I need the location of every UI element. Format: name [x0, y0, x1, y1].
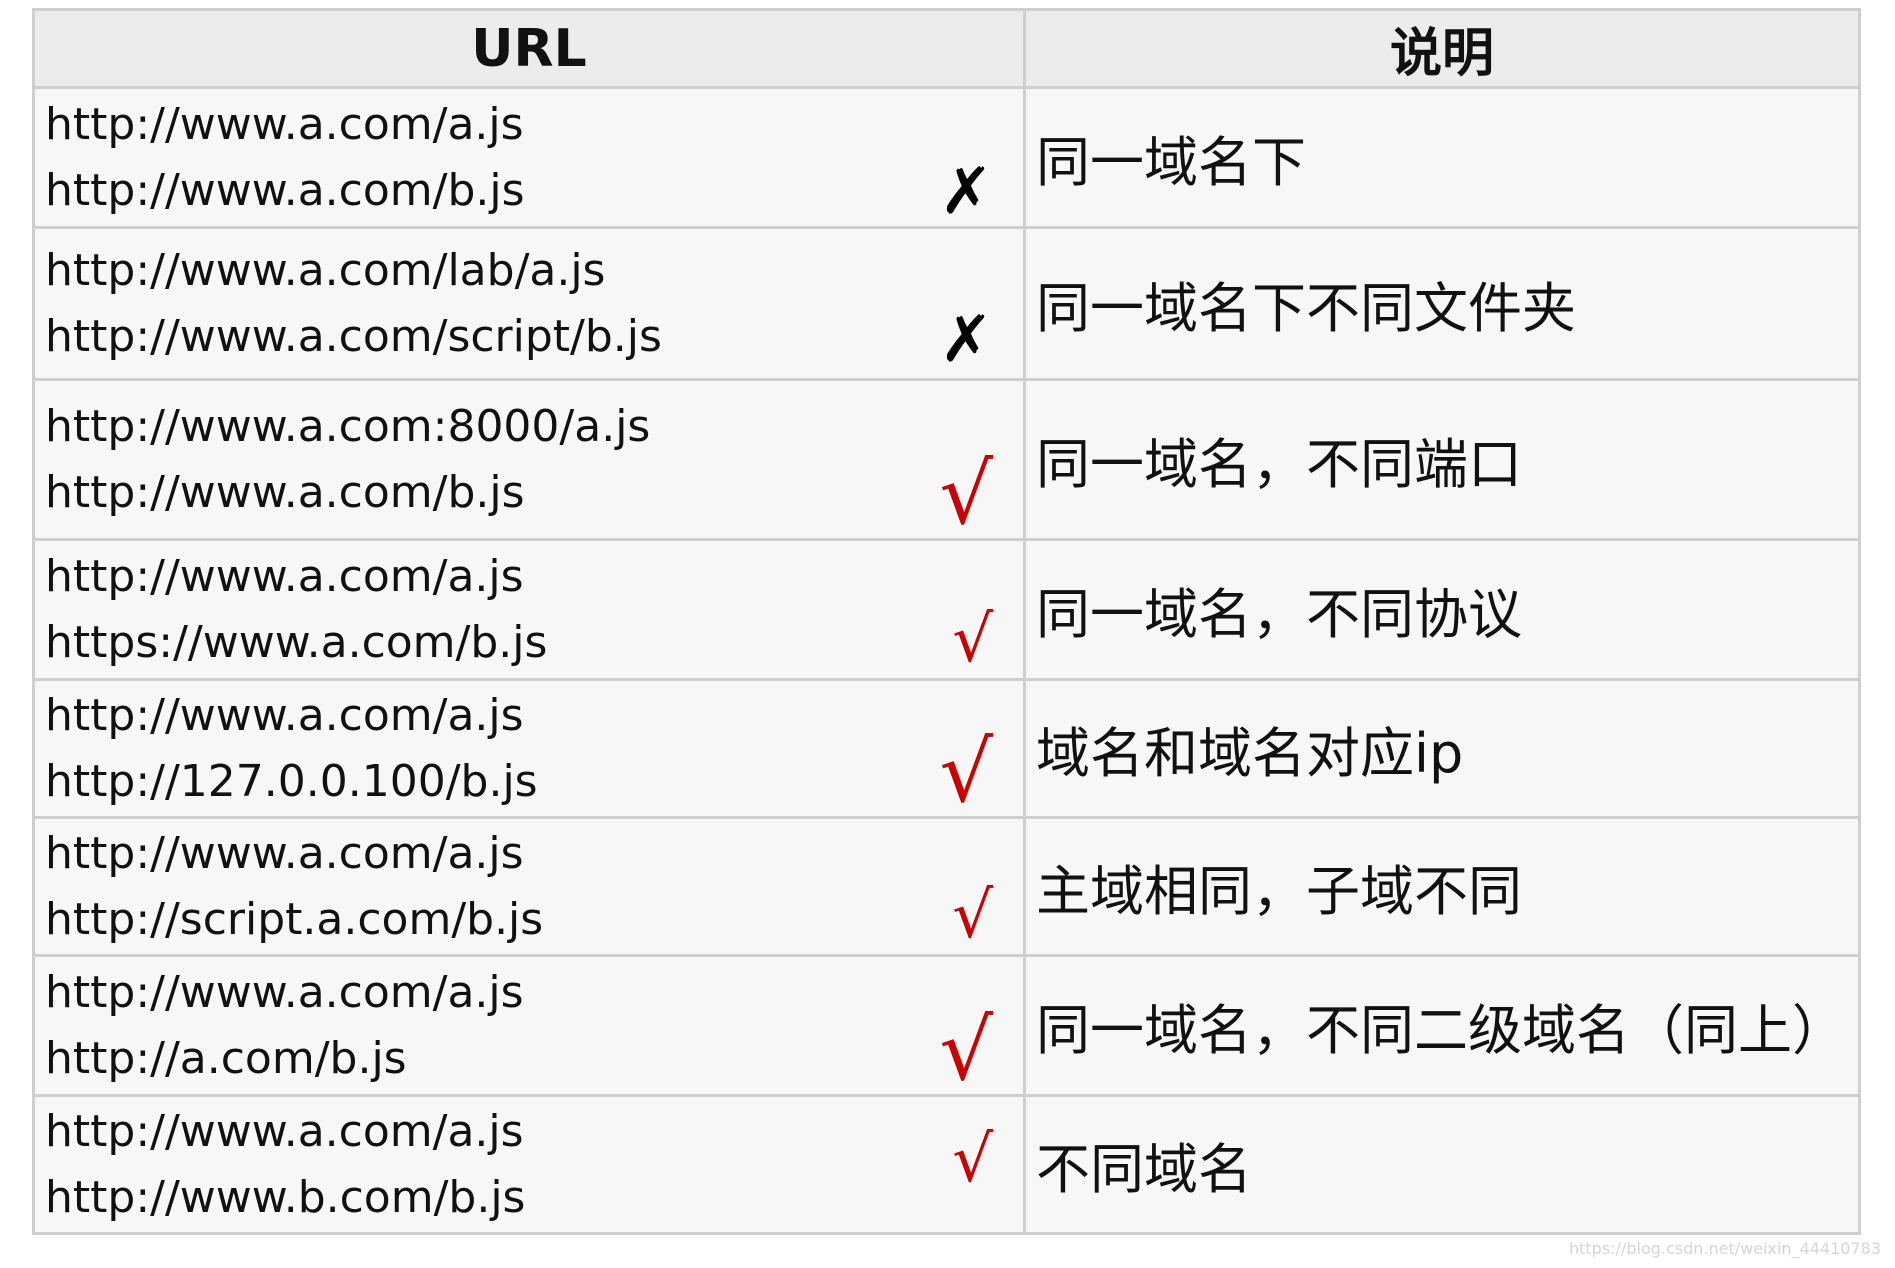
desc-cell: 同一域名，不同端口 — [1023, 378, 1861, 541]
table-row: http://www.a.com/a.js http://www.a.com/b… — [32, 86, 1861, 229]
url-second: http://www.a.com/b.js — [45, 466, 525, 518]
desc-cell: 主域相同，子域不同 — [1023, 816, 1861, 957]
url-first: http://www.a.com:8000/a.js — [45, 400, 651, 452]
url-cell: http://www.a.com/a.js http://a.com/b.js … — [32, 954, 1026, 1099]
url-second: https://www.a.com/b.js — [45, 616, 548, 668]
header-url: URL — [32, 8, 1026, 89]
check-mark-icon: √ — [939, 1001, 993, 1099]
check-mark-icon: √ — [952, 1123, 993, 1197]
cross-mark-icon: ✗ — [939, 303, 993, 377]
comparison-table: URL 说明 http://www.a.com/a.js http://www.… — [32, 8, 1861, 1235]
url-cell: http://www.a.com/lab/a.js http://www.a.c… — [32, 226, 1026, 381]
url-first: http://www.a.com/a.js — [45, 827, 524, 879]
url-cell: http://www.a.com/a.js http://127.0.0.100… — [32, 678, 1026, 821]
desc-cell: 同一域名，不同二级域名（同上） — [1023, 954, 1861, 1097]
url-cell: http://www.a.com/a.js http://script.a.co… — [32, 816, 1026, 957]
cross-mark-icon: ✗ — [939, 155, 993, 229]
url-first: http://www.a.com/a.js — [45, 98, 524, 150]
check-mark-icon: √ — [952, 603, 993, 677]
url-cell: http://www.a.com/a.js https://www.a.com/… — [32, 538, 1026, 681]
url-first: http://www.a.com/a.js — [45, 689, 524, 741]
table-row: http://www.a.com:8000/a.js http://www.a.… — [32, 378, 1861, 543]
url-cell: http://www.a.com/a.js http://www.a.com/b… — [32, 86, 1026, 229]
table-row: http://www.a.com/lab/a.js http://www.a.c… — [32, 226, 1861, 381]
url-second: http://www.a.com/b.js — [45, 164, 525, 216]
url-cell: http://www.a.com/a.js http://www.b.com/b… — [32, 1094, 1026, 1235]
desc-cell: 不同域名 — [1023, 1094, 1861, 1235]
check-mark-icon: √ — [952, 879, 993, 953]
desc-cell: 同一域名，不同协议 — [1023, 538, 1861, 681]
url-second: http://script.a.com/b.js — [45, 893, 544, 945]
check-mark-icon: √ — [939, 445, 993, 543]
table-row: http://www.a.com/a.js http://a.com/b.js … — [32, 954, 1861, 1099]
url-second: http://127.0.0.100/b.js — [45, 755, 538, 807]
header-desc: 说明 — [1023, 8, 1861, 89]
url-first: http://www.a.com/a.js — [45, 966, 524, 1018]
table-row: http://www.a.com/a.js http://127.0.0.100… — [32, 678, 1861, 821]
url-second: http://a.com/b.js — [45, 1032, 407, 1084]
check-mark-icon: √ — [939, 723, 993, 821]
url-first: http://www.a.com/a.js — [45, 1105, 524, 1157]
origin-table: URL 说明 http://www.a.com/a.js http://www.… — [32, 8, 1861, 1235]
desc-cell: 同一域名下 — [1023, 86, 1861, 229]
header-row: URL 说明 — [32, 8, 1861, 89]
table-row: http://www.a.com/a.js http://www.b.com/b… — [32, 1094, 1861, 1235]
url-cell: http://www.a.com:8000/a.js http://www.a.… — [32, 378, 1026, 543]
desc-cell: 同一域名下不同文件夹 — [1023, 226, 1861, 381]
url-first: http://www.a.com/a.js — [45, 550, 524, 602]
watermark: https://blog.csdn.net/weixin_44410783 — [1568, 1239, 1881, 1258]
desc-cell: 域名和域名对应ip — [1023, 678, 1861, 819]
url-second: http://www.b.com/b.js — [45, 1171, 526, 1223]
url-first: http://www.a.com/lab/a.js — [45, 244, 606, 296]
table-row: http://www.a.com/a.js https://www.a.com/… — [32, 538, 1861, 681]
table-row: http://www.a.com/a.js http://script.a.co… — [32, 816, 1861, 957]
url-second: http://www.a.com/script/b.js — [45, 310, 662, 362]
